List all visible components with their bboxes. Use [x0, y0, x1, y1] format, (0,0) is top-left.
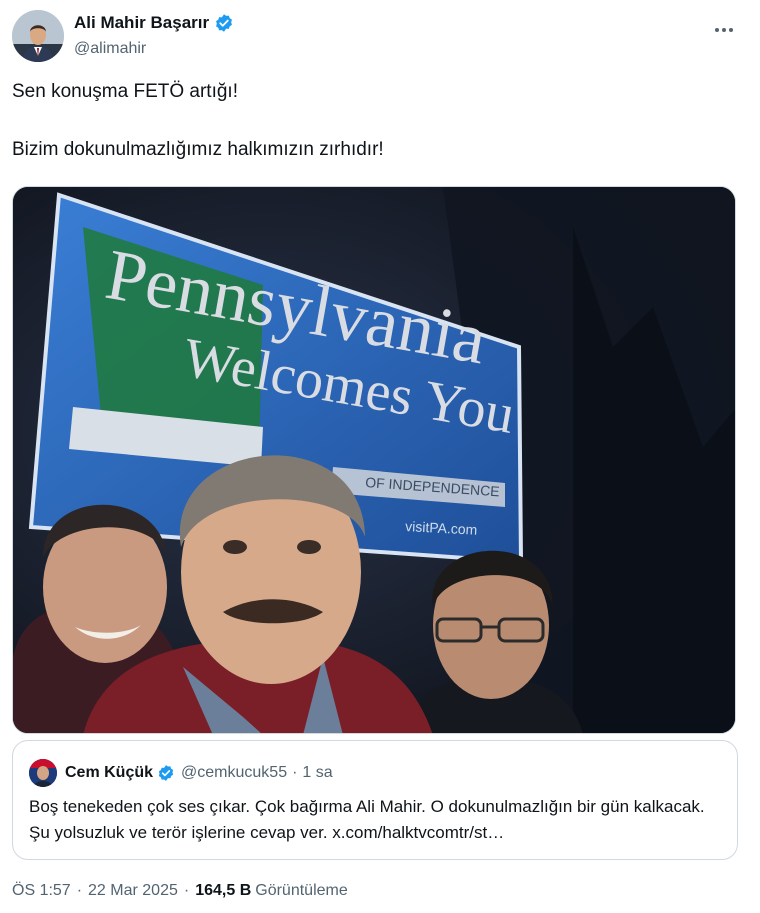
author-handle[interactable]: @alimahir: [74, 38, 234, 60]
author-avatar[interactable]: [12, 10, 64, 62]
meta-separator: ·: [76, 882, 83, 899]
tweet-meta: ÖS 1:57 · 22 Mar 2025 · 164,5 B Görüntül…: [12, 882, 348, 900]
views-label: Görüntüleme: [255, 882, 348, 899]
more-horizontal-icon[interactable]: [712, 18, 736, 42]
tweet-line-2: Bizim dokunulmazlığımız halkımızın zırhı…: [12, 139, 384, 160]
quoted-author-avatar[interactable]: [29, 759, 57, 787]
tweet-line-1: Sen konuşma FETÖ artığı!: [12, 81, 238, 102]
quoted-tweet-header: Cem Küçük @cemkucuk55 · 1 sa: [29, 759, 333, 787]
quoted-tweet[interactable]: Cem Küçük @cemkucuk55 · 1 sa Boş teneked…: [12, 740, 738, 860]
author-info: Ali Mahir Başarır @alimahir: [74, 12, 234, 60]
tweet-header: Ali Mahir Başarır @alimahir: [12, 10, 748, 62]
verified-badge-icon: [157, 764, 175, 782]
meta-separator-2: ·: [183, 882, 190, 899]
tweet-text: Sen konuşma FETÖ artığı! Bizim dokunulma…: [12, 80, 742, 162]
tweet-time[interactable]: ÖS 1:57: [12, 882, 71, 900]
quoted-separator: ·: [292, 764, 298, 781]
views-count: 164,5 B: [195, 882, 252, 899]
tweet-photo[interactable]: Pennsylvania Welcomes You OF INDEPENDENC…: [12, 186, 736, 734]
tweet-date[interactable]: 22 Mar 2025: [88, 882, 178, 900]
quoted-tweet-text: Boş tenekeden çok ses çıkar. Çok bağırma…: [29, 797, 705, 842]
verified-badge-icon: [214, 13, 234, 33]
quoted-timestamp[interactable]: 1 sa: [302, 764, 332, 782]
quoted-author-name[interactable]: Cem Küçük: [65, 764, 153, 782]
author-name[interactable]: Ali Mahir Başarır: [74, 12, 209, 34]
quoted-author-handle[interactable]: @cemkucuk55: [181, 764, 287, 782]
